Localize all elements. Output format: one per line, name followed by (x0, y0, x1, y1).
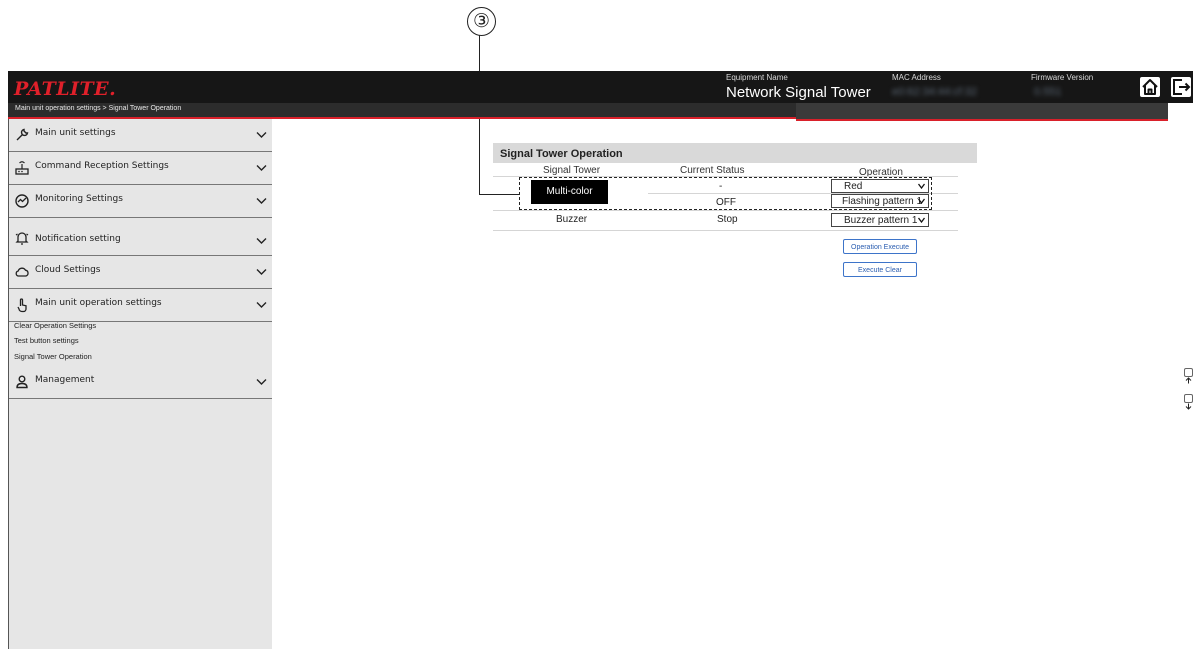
chevron-down-icon (256, 132, 267, 138)
sidebar-item-command-reception-settings[interactable]: Command Reception Settings (9, 152, 272, 185)
header-bar (8, 71, 1193, 103)
arrow-down-icon (1185, 403, 1192, 410)
sidebar-item-notification-setting[interactable]: Notification setting (9, 221, 272, 256)
cloud-icon (15, 267, 29, 277)
callout-leader-line-horizontal (479, 194, 519, 195)
sidebar-item-label: Cloud Settings (35, 265, 101, 275)
sidebar: Main unit settings Command Reception Set… (8, 119, 272, 649)
mac-address-value: e0:62:34:44:cf:32 (892, 86, 978, 98)
operation-buzzer-select[interactable]: Buzzer pattern 1 (831, 213, 929, 227)
sidebar-subitem-signal-tower-operation[interactable]: Signal Tower Operation (14, 352, 92, 361)
sidebar-item-main-unit-settings[interactable]: Main unit settings (9, 119, 272, 152)
operation-execute-button[interactable]: Operation Execute (843, 239, 917, 254)
sidebar-item-management[interactable]: Management (9, 366, 272, 399)
table-divider (493, 210, 958, 211)
firmware-version-caption: Firmware Version (1031, 73, 1094, 82)
column-header-signal-tower: Signal Tower (543, 165, 601, 176)
mac-address-caption: MAC Address (892, 73, 941, 82)
sidebar-item-main-unit-operation-settings[interactable]: Main unit operation settings (9, 289, 272, 322)
column-header-current-status: Current Status (680, 165, 745, 176)
sidebar-item-label: Main unit settings (35, 128, 116, 138)
command-reception-icon (15, 161, 29, 175)
table-divider (493, 230, 958, 231)
monitoring-icon (15, 194, 29, 208)
home-icon (1142, 79, 1158, 95)
sidebar-item-label: Command Reception Settings (35, 161, 169, 171)
page-title: Signal Tower Operation (500, 148, 623, 160)
chevron-down-icon (918, 217, 925, 223)
scroll-up-button[interactable] (1184, 368, 1193, 384)
wrench-icon (16, 128, 29, 141)
chevron-down-icon (256, 198, 267, 204)
sidebar-item-label: Main unit operation settings (35, 298, 162, 308)
firmware-version-value: 0.551 (1034, 86, 1062, 98)
operation-buzzer-select-value: Buzzer pattern 1 (844, 215, 918, 226)
callout-number: ③ (467, 7, 496, 36)
patlite-logo: PATLITE. (14, 78, 117, 100)
home-button[interactable] (1140, 77, 1160, 97)
execute-clear-button[interactable]: Execute Clear (843, 262, 917, 277)
scroll-down-button[interactable] (1184, 394, 1193, 410)
sidebar-item-label: Management (35, 375, 95, 385)
sidebar-item-label: Monitoring Settings (35, 194, 123, 204)
sidebar-item-label: Notification setting (35, 234, 121, 244)
chevron-up-icon (256, 302, 267, 308)
logout-icon (1173, 79, 1191, 95)
chevron-down-icon (256, 269, 267, 275)
sidebar-subitem-clear-operation-settings[interactable]: Clear Operation Settings (14, 321, 96, 330)
hand-pointer-icon (17, 298, 27, 313)
arrow-up-icon (1185, 377, 1192, 384)
chevron-down-icon (256, 238, 267, 244)
logout-button[interactable] (1171, 77, 1191, 97)
user-icon (16, 375, 28, 389)
header-info-bar (796, 103, 1168, 121)
chevron-down-icon (256, 165, 267, 171)
callout-highlight-box (519, 177, 932, 210)
bell-icon (15, 232, 29, 245)
sidebar-item-cloud-settings[interactable]: Cloud Settings (9, 256, 272, 289)
breadcrumb-bar-extension (483, 103, 796, 119)
breadcrumb: Main unit operation settings > Signal To… (15, 105, 182, 112)
equipment-name-value: Network Signal Tower (726, 84, 871, 101)
buzzer-status: Stop (717, 214, 738, 225)
sidebar-subitem-test-button-settings[interactable]: Test button settings (14, 336, 79, 345)
equipment-name-caption: Equipment Name (726, 73, 788, 82)
chevron-down-icon (256, 379, 267, 385)
sidebar-item-monitoring-settings[interactable]: Monitoring Settings (9, 185, 272, 218)
buzzer-label: Buzzer (556, 214, 588, 225)
